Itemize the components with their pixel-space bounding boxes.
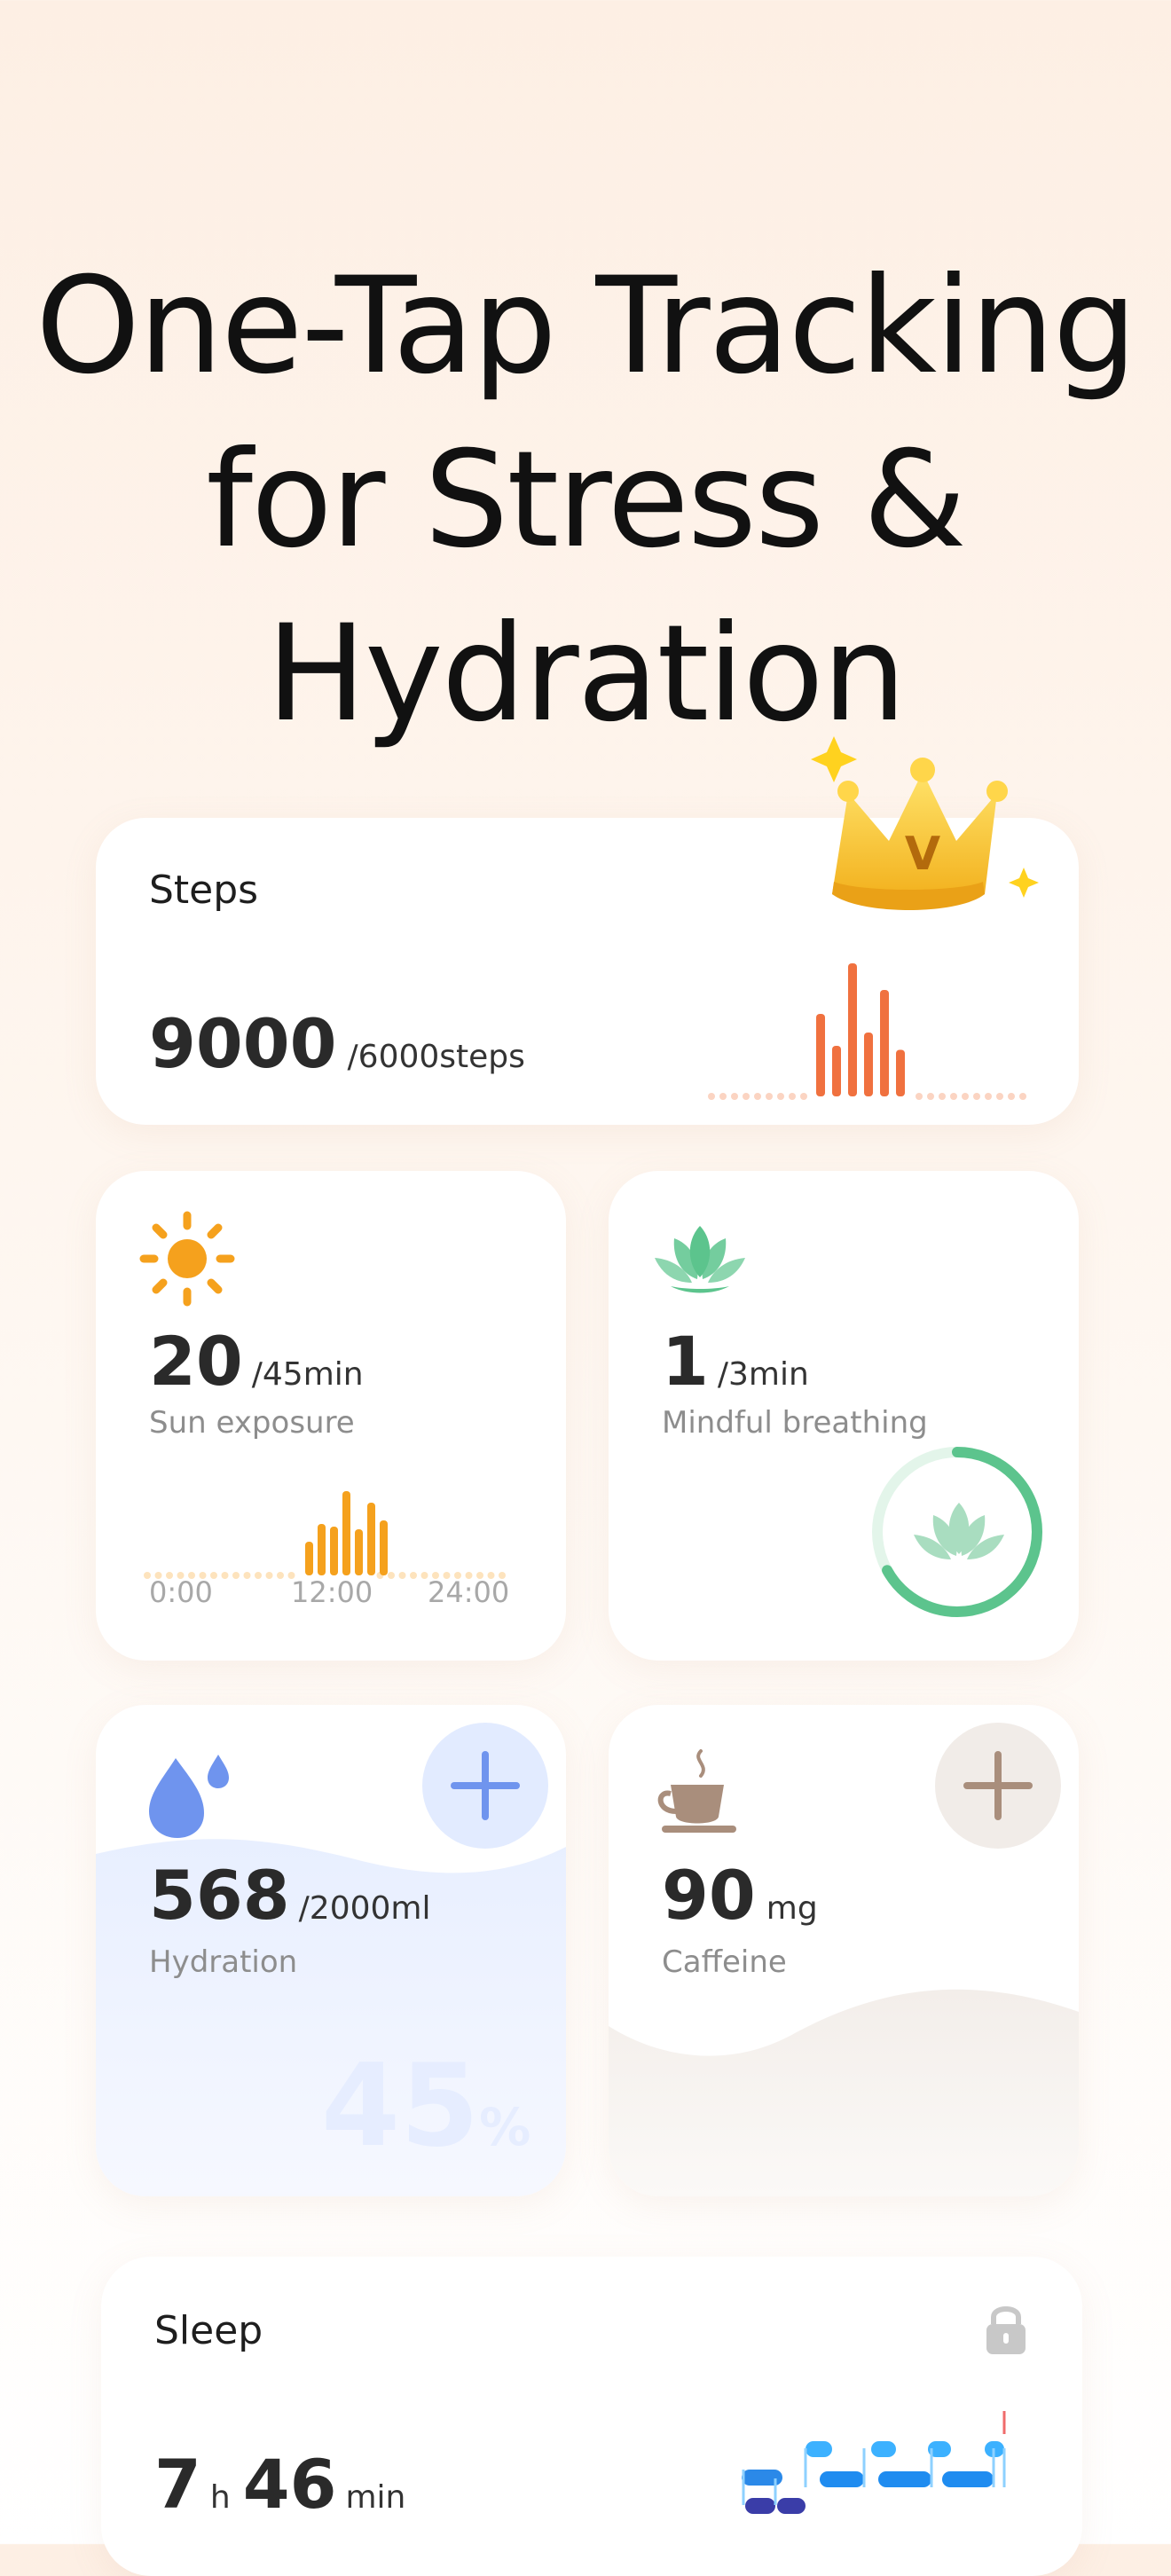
steps-dot	[731, 1093, 738, 1100]
sun-goal: /45min	[251, 1356, 364, 1393]
water-drop-icon	[149, 1755, 229, 1838]
headline: One-Tap Tracking for Stress & Hydration	[0, 240, 1171, 761]
headline-line-2: for Stress &	[206, 423, 967, 577]
steps-dot	[1019, 1093, 1026, 1100]
sun-tick-0: 0:00	[149, 1575, 213, 1609]
sun-icon	[139, 1211, 235, 1307]
sleep-minutes-unit: min	[345, 2479, 406, 2516]
steps-bar	[832, 1046, 841, 1096]
lotus-ring-icon	[914, 1503, 1004, 1559]
steps-dot	[985, 1093, 992, 1100]
steps-dot	[719, 1093, 727, 1100]
sun-exposure-card[interactable]: 20 /45min Sun exposure 0:00 12:00 24:00	[96, 1171, 566, 1661]
caffeine-card[interactable]: 90 mg Caffeine	[609, 1705, 1079, 2196]
sleep-value-row: 7 h 46 min	[154, 2445, 405, 2524]
sleep-minutes: 46	[242, 2445, 337, 2524]
plus-icon	[963, 1751, 1033, 1820]
sun-dot	[410, 1572, 417, 1579]
add-caffeine-button[interactable]	[935, 1723, 1061, 1849]
sun-dot	[265, 1572, 273, 1579]
sun-dot	[398, 1572, 406, 1579]
steps-dot	[939, 1093, 946, 1100]
steps-dot	[950, 1093, 957, 1100]
steps-bar	[864, 1033, 873, 1096]
sun-dot	[232, 1572, 240, 1579]
steps-dot	[962, 1093, 969, 1100]
caffeine-unit: mg	[766, 1890, 818, 1927]
sun-label: Sun exposure	[149, 1405, 355, 1441]
caffeine-value-row: 90 mg	[662, 1856, 818, 1935]
crown-badge-letter: V	[905, 828, 940, 881]
steps-dot	[927, 1093, 934, 1100]
sun-value-row: 20 /45min	[149, 1322, 364, 1401]
sun-value: 20	[149, 1322, 243, 1401]
steps-chart	[708, 963, 1026, 1100]
steps-bar	[816, 1014, 825, 1096]
sun-bar	[380, 1520, 388, 1575]
steps-dot	[789, 1093, 796, 1100]
sun-tick-1: 12:00	[291, 1575, 373, 1609]
sun-bar	[367, 1503, 375, 1575]
steps-title: Steps	[149, 868, 259, 913]
steps-goal: /6000steps	[347, 1039, 525, 1075]
hydration-value: 568	[149, 1856, 290, 1935]
hydration-percent: 45	[321, 2040, 480, 2172]
steps-bar	[896, 1049, 905, 1096]
sleep-card[interactable]: Sleep 7 h 46 min	[101, 2257, 1082, 2576]
hydration-label: Hydration	[149, 1944, 298, 1980]
sleep-hours: 7	[154, 2445, 201, 2524]
sun-tick-2: 24:00	[428, 1575, 510, 1609]
sun-dot	[243, 1572, 251, 1579]
steps-dot	[1008, 1093, 1015, 1100]
steps-dot	[766, 1093, 773, 1100]
steps-dot	[708, 1093, 715, 1100]
sun-bar	[318, 1524, 326, 1575]
hydration-percent-row: 45 %	[321, 2040, 530, 2172]
breathing-value: 1	[662, 1322, 709, 1401]
caffeine-value: 90	[662, 1856, 756, 1935]
steps-dot	[996, 1093, 1003, 1100]
hydration-goal: /2000ml	[298, 1890, 431, 1927]
sleep-hours-unit: h	[209, 2479, 231, 2516]
steps-bar	[880, 990, 889, 1096]
sun-dot	[277, 1572, 284, 1579]
hydration-card[interactable]: 568 /2000ml Hydration 45 %	[96, 1705, 566, 2196]
breathing-goal: /3min	[717, 1356, 809, 1393]
sleep-title: Sleep	[154, 2308, 263, 2353]
steps-bar	[848, 963, 857, 1096]
steps-dot	[916, 1093, 923, 1100]
steps-dot	[800, 1093, 807, 1100]
headline-line-1: One-Tap Tracking	[35, 249, 1137, 404]
caffeine-label: Caffeine	[662, 1944, 787, 1980]
sun-dot	[221, 1572, 229, 1579]
breathing-value-row: 1 /3min	[662, 1322, 809, 1401]
add-water-button[interactable]	[422, 1723, 548, 1849]
sleep-chart	[742, 2411, 1006, 2514]
steps-value-row: 9000 /6000steps	[149, 1004, 525, 1083]
steps-dot	[743, 1093, 750, 1100]
hydration-percent-sign: %	[479, 2097, 531, 2157]
steps-dot	[754, 1093, 761, 1100]
crown-icon: V	[811, 736, 1039, 910]
steps-dot	[777, 1093, 784, 1100]
sun-bar	[342, 1491, 350, 1575]
sun-bar	[305, 1542, 313, 1575]
breathing-label: Mindful breathing	[662, 1405, 928, 1441]
lotus-icon	[655, 1226, 745, 1293]
sun-bar	[330, 1527, 338, 1575]
steps-dot	[973, 1093, 980, 1100]
lock-icon[interactable]	[979, 2299, 1033, 2358]
sun-dot	[255, 1572, 262, 1579]
sun-bar	[355, 1529, 363, 1575]
steps-value: 9000	[149, 1004, 337, 1083]
sun-dot	[388, 1572, 395, 1579]
sun-chart	[144, 1491, 506, 1579]
coffee-cup-icon	[657, 1749, 736, 1833]
plus-icon	[451, 1751, 520, 1820]
breathing-progress-ring[interactable]	[864, 1439, 1050, 1625]
hydration-value-row: 568 /2000ml	[149, 1856, 430, 1935]
mindful-breathing-card[interactable]: 1 /3min Mindful breathing	[609, 1171, 1079, 1661]
